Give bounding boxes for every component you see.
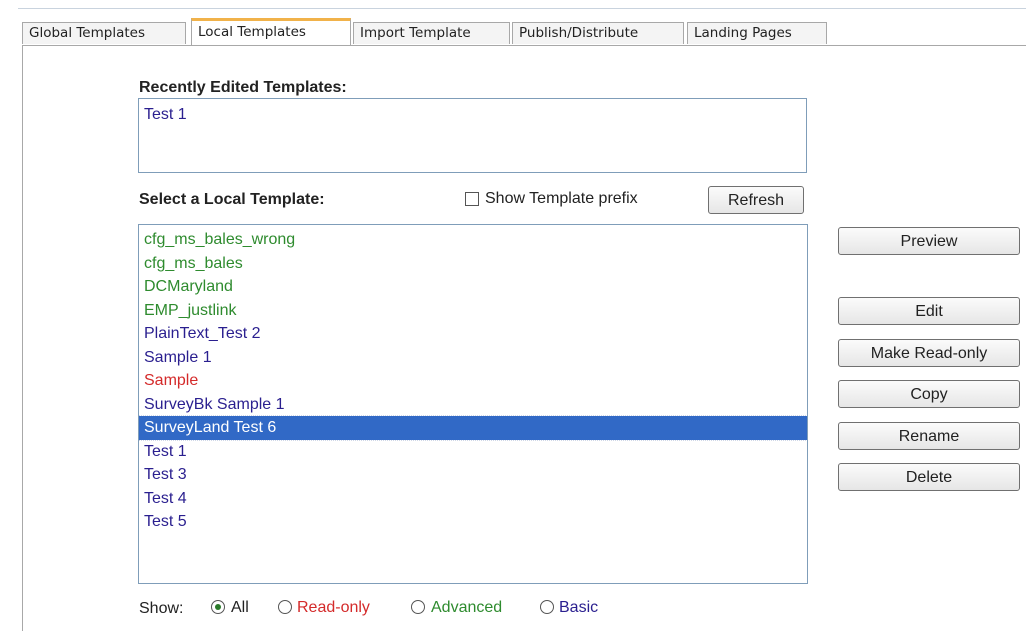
delete-button[interactable]: Delete <box>838 463 1020 491</box>
filter-all-label: All <box>231 599 249 616</box>
filter-all-radio[interactable] <box>211 600 225 614</box>
make-readonly-button[interactable]: Make Read-only <box>838 339 1020 367</box>
edit-button[interactable]: Edit <box>838 297 1020 325</box>
refresh-button[interactable]: Refresh <box>708 186 804 214</box>
recent-templates-list[interactable]: Test 1 <box>138 98 807 173</box>
copy-button[interactable]: Copy <box>838 380 1020 408</box>
template-list-item[interactable]: SurveyBk Sample 1 <box>139 393 807 417</box>
show-prefix-label: Show Template prefix <box>485 190 638 207</box>
show-filter-label: Show: <box>139 600 184 617</box>
filter-readonly-label: Read-only <box>297 599 370 616</box>
template-list-item[interactable]: PlainText_Test 2 <box>139 322 807 346</box>
recent-template-item[interactable]: Test 1 <box>139 103 806 127</box>
template-list-item[interactable]: Test 1 <box>139 440 807 464</box>
filter-advanced-radio[interactable] <box>411 600 425 614</box>
radio-selected-dot <box>215 604 221 610</box>
show-prefix-checkbox[interactable] <box>465 192 479 206</box>
template-list-item[interactable]: Test 3 <box>139 463 807 487</box>
template-list-item[interactable]: cfg_ms_bales <box>139 252 807 276</box>
top-divider <box>18 8 1026 9</box>
filter-basic-label: Basic <box>559 599 599 616</box>
filter-readonly-radio[interactable] <box>278 600 292 614</box>
tab-local-templates[interactable]: Local Templates <box>191 18 351 45</box>
select-template-heading: Select a Local Template: <box>139 191 325 208</box>
template-list-item[interactable]: Sample <box>139 369 807 393</box>
tab-global-templates[interactable]: Global Templates <box>22 22 186 44</box>
rename-button[interactable]: Rename <box>838 422 1020 450</box>
local-templates-list[interactable]: cfg_ms_bales_wrong cfg_ms_bales DCMaryland… <box>138 224 808 584</box>
recent-templates-heading: Recently Edited Templates: <box>139 79 347 96</box>
template-list-item[interactable]: Test 5 <box>139 510 807 534</box>
template-list-item[interactable]: Sample 1 <box>139 346 807 370</box>
template-list-item[interactable]: cfg_ms_bales_wrong <box>139 228 807 252</box>
template-list-item[interactable]: EMP_justlink <box>139 299 807 323</box>
filter-basic-radio[interactable] <box>540 600 554 614</box>
template-list-item[interactable]: Test 4 <box>139 487 807 511</box>
tab-import-template[interactable]: Import Template <box>353 22 510 44</box>
filter-advanced-label: Advanced <box>431 599 503 616</box>
template-list-item[interactable]: SurveyLand Test 6 <box>139 415 807 441</box>
tab-landing-pages[interactable]: Landing Pages <box>687 22 827 44</box>
tab-publish-distribute[interactable]: Publish/Distribute <box>512 22 684 44</box>
template-list-item[interactable]: DCMaryland <box>139 275 807 299</box>
preview-button[interactable]: Preview <box>838 227 1020 255</box>
